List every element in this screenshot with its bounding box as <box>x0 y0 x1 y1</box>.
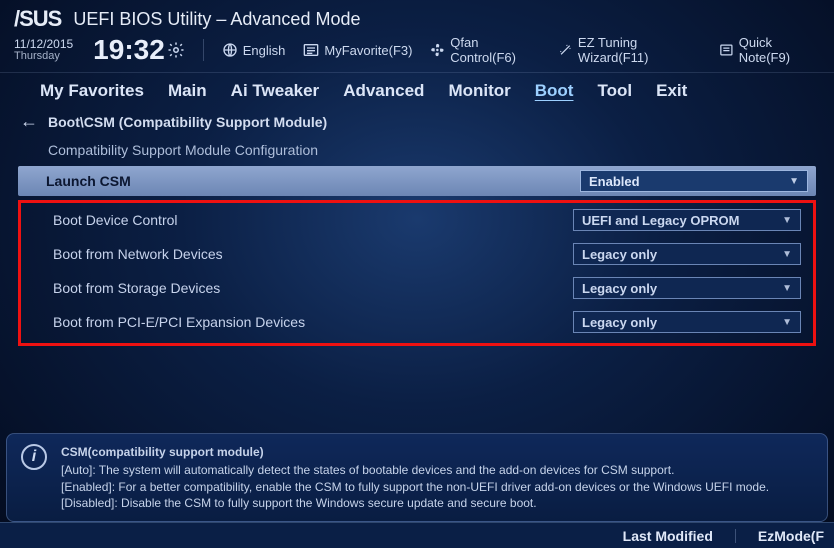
tab-bar: My Favorites Main Ai Tweaker Advanced Mo… <box>0 73 834 109</box>
qfan-button[interactable]: Qfan Control(F6) <box>430 35 540 65</box>
language-button[interactable]: English <box>222 42 286 58</box>
quicknote-button[interactable]: Quick Note(F9) <box>719 35 820 65</box>
wand-icon <box>558 42 573 58</box>
back-button[interactable]: ← <box>20 111 38 132</box>
select-boot-network[interactable]: Legacy only▼ <box>573 243 801 265</box>
tab-monitor[interactable]: Monitor <box>448 81 510 101</box>
tab-myfavorites[interactable]: My Favorites <box>40 81 144 101</box>
select-launch-csm[interactable]: Enabled▼ <box>580 170 808 192</box>
eztuning-button[interactable]: EZ Tuning Wizard(F11) <box>558 35 701 65</box>
app-title: UEFI BIOS Utility – Advanced Mode <box>73 9 360 30</box>
gear-icon[interactable] <box>167 41 185 59</box>
select-boot-storage[interactable]: Legacy only▼ <box>573 277 801 299</box>
row-boot-network[interactable]: Boot from Network Devices Legacy only▼ <box>25 239 809 269</box>
tab-main[interactable]: Main <box>168 81 207 101</box>
fan-icon <box>430 42 445 58</box>
help-line-auto: [Auto]: The system will automatically de… <box>61 462 769 478</box>
select-boot-pcie[interactable]: Legacy only▼ <box>573 311 801 333</box>
tab-boot[interactable]: Boot <box>535 81 574 101</box>
note-icon <box>719 43 734 57</box>
row-boot-storage[interactable]: Boot from Storage Devices Legacy only▼ <box>25 273 809 303</box>
help-line-enabled: [Enabled]: For a better compatibility, e… <box>61 479 769 495</box>
help-line-disabled: [Disabled]: Disable the CSM to fully sup… <box>61 495 769 511</box>
row-launch-csm[interactable]: Launch CSM Enabled▼ <box>18 166 816 196</box>
row-boot-device-control[interactable]: Boot Device Control UEFI and Legacy OPRO… <box>25 205 809 235</box>
footer-bar: Last Modified EzMode(F <box>0 522 834 548</box>
list-icon <box>303 43 319 57</box>
tab-tool[interactable]: Tool <box>597 81 632 101</box>
label-boot-device-control: Boot Device Control <box>53 212 178 228</box>
globe-icon <box>222 42 238 58</box>
label-boot-network: Boot from Network Devices <box>53 246 223 262</box>
date-block: 11/12/2015 Thursday <box>14 38 73 62</box>
select-boot-device-control[interactable]: UEFI and Legacy OPROM▼ <box>573 209 801 231</box>
label-boot-storage: Boot from Storage Devices <box>53 280 220 296</box>
myfavorite-button[interactable]: MyFavorite(F3) <box>303 43 412 58</box>
ezmode-button[interactable]: EzMode(F <box>758 528 824 544</box>
last-modified-button[interactable]: Last Modified <box>623 528 713 544</box>
tab-exit[interactable]: Exit <box>656 81 687 101</box>
chevron-down-icon: ▼ <box>782 283 792 294</box>
help-title: CSM(compatibility support module) <box>61 444 769 460</box>
breadcrumb: Boot\CSM (Compatibility Support Module) <box>48 114 327 130</box>
chevron-down-icon: ▼ <box>782 215 792 226</box>
help-panel: i CSM(compatibility support module) [Aut… <box>6 433 828 522</box>
chevron-down-icon: ▼ <box>782 249 792 260</box>
tab-aitweaker[interactable]: Ai Tweaker <box>231 81 320 101</box>
brand-logo: /SUS <box>14 6 61 32</box>
label-boot-pcie: Boot from PCI-E/PCI Expansion Devices <box>53 314 305 330</box>
chevron-down-icon: ▼ <box>782 317 792 328</box>
highlight-box: Boot Device Control UEFI and Legacy OPRO… <box>18 200 816 346</box>
chevron-down-icon: ▼ <box>789 176 799 187</box>
info-icon: i <box>21 444 47 470</box>
tab-advanced[interactable]: Advanced <box>343 81 424 101</box>
clock: 19:32 <box>93 34 185 66</box>
section-title: Compatibility Support Module Configurati… <box>0 136 834 166</box>
label-launch-csm: Launch CSM <box>46 173 131 189</box>
row-boot-pcie[interactable]: Boot from PCI-E/PCI Expansion Devices Le… <box>25 307 809 337</box>
